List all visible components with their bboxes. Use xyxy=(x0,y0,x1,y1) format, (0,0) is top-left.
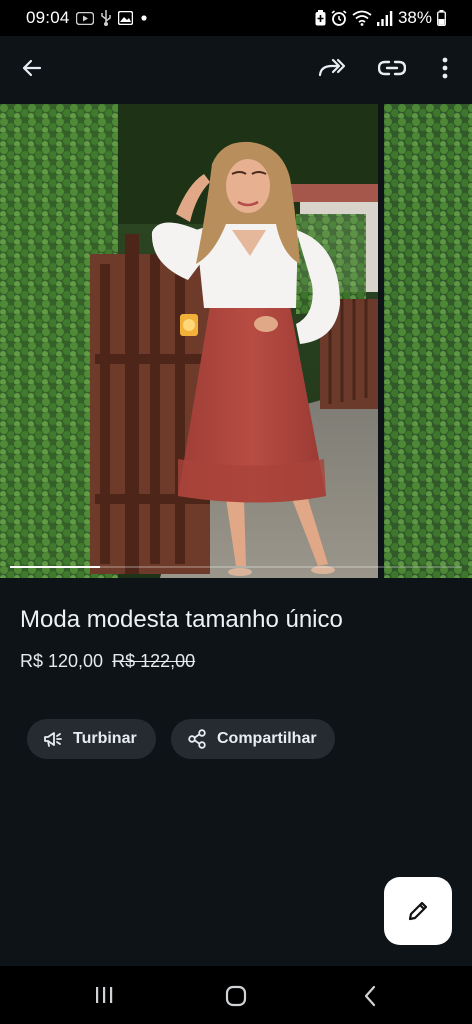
youtube-icon xyxy=(75,11,94,25)
share-button[interactable]: Compartilhar xyxy=(171,719,335,759)
edit-fab[interactable] xyxy=(384,877,452,945)
back-icon xyxy=(364,985,376,1007)
boost-button[interactable]: Turbinar xyxy=(27,719,156,759)
recents-button[interactable] xyxy=(86,982,122,1008)
status-left: 09:04 xyxy=(26,8,149,28)
status-time: 09:04 xyxy=(26,8,70,27)
megaphone-icon xyxy=(44,732,62,747)
pencil-icon xyxy=(408,901,428,921)
home-icon xyxy=(225,985,247,1007)
nav-back-button[interactable] xyxy=(352,978,388,1014)
battery-percent: 38% xyxy=(397,8,432,27)
back-button[interactable] xyxy=(12,48,52,88)
gallery-icon xyxy=(117,11,133,25)
current-price: R$ 120,00 xyxy=(20,651,104,671)
wifi-icon xyxy=(352,10,372,26)
back-arrow-icon xyxy=(22,59,42,77)
share-forward-icon xyxy=(318,58,346,77)
carousel-progress-track xyxy=(10,566,462,568)
status-bar: 09:04 38% xyxy=(0,0,472,36)
boost-label: Turbinar xyxy=(73,730,137,747)
carousel-progress-fill xyxy=(10,566,101,568)
link-icon xyxy=(378,60,406,76)
recents-icon xyxy=(96,987,113,1003)
alarm-icon xyxy=(331,10,347,26)
share-nodes-icon xyxy=(188,729,206,749)
battery-saver-icon xyxy=(315,10,326,26)
system-nav-bar xyxy=(0,966,472,1024)
status-right: 38% xyxy=(315,8,446,28)
photo-carousel[interactable] xyxy=(0,104,472,578)
copy-link-button[interactable] xyxy=(372,48,412,88)
usb-icon xyxy=(100,10,112,26)
dot-icon xyxy=(139,13,149,23)
product-title: Moda modesta tamanho único xyxy=(20,606,343,633)
signal-icon xyxy=(376,10,393,26)
battery-icon xyxy=(437,10,446,26)
home-button[interactable] xyxy=(218,978,254,1014)
share-label: Compartilhar xyxy=(217,730,317,747)
more-vert-icon xyxy=(442,57,448,79)
price-row: R$ 120,00 R$ 122,00 xyxy=(20,651,195,672)
app-bar xyxy=(0,36,472,104)
product-photo[interactable] xyxy=(0,104,378,578)
forward-share-button[interactable] xyxy=(312,48,352,88)
more-options-button[interactable] xyxy=(425,48,465,88)
next-photo-preview[interactable] xyxy=(384,104,472,578)
old-price: R$ 122,00 xyxy=(112,651,196,671)
